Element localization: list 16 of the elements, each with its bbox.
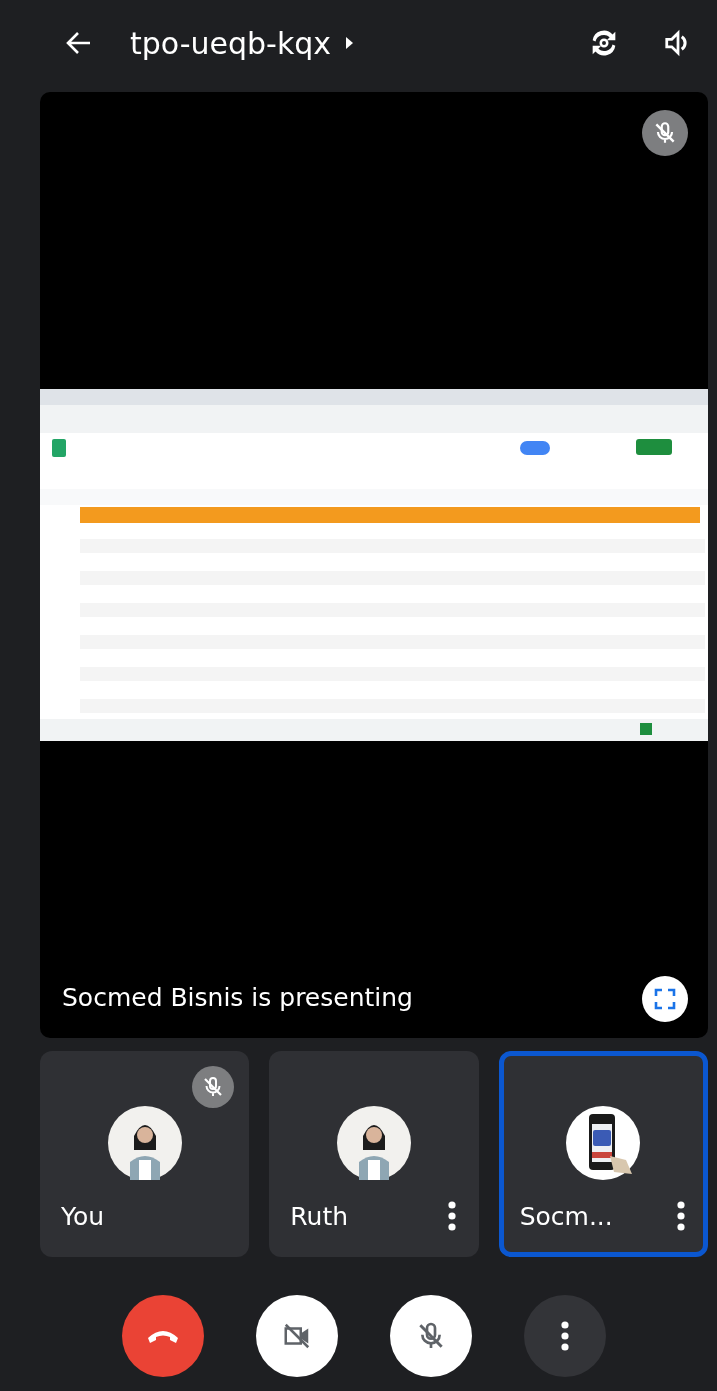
back-arrow-icon — [66, 31, 92, 55]
more-icon — [560, 1321, 569, 1351]
meeting-code[interactable]: tpo-ueqb-kqx — [130, 25, 355, 61]
hang-up-icon — [145, 1328, 180, 1344]
presenting-caption: Socmed Bisnis is presenting — [62, 983, 413, 1014]
participant-tile[interactable]: Ruth — [269, 1051, 479, 1257]
participant-tile[interactable]: You — [40, 1051, 250, 1257]
fullscreen-button[interactable] — [642, 976, 688, 1022]
fullscreen-icon — [654, 988, 676, 1010]
more-icon — [677, 1201, 685, 1231]
participant-name: Socm... — [519, 1201, 613, 1231]
participant-name: Ruth — [290, 1201, 349, 1231]
participant-name: You — [61, 1201, 105, 1231]
participant-tile[interactable]: Socm... — [498, 1051, 708, 1257]
caret-icon — [345, 36, 355, 50]
more-icon — [447, 1201, 456, 1231]
